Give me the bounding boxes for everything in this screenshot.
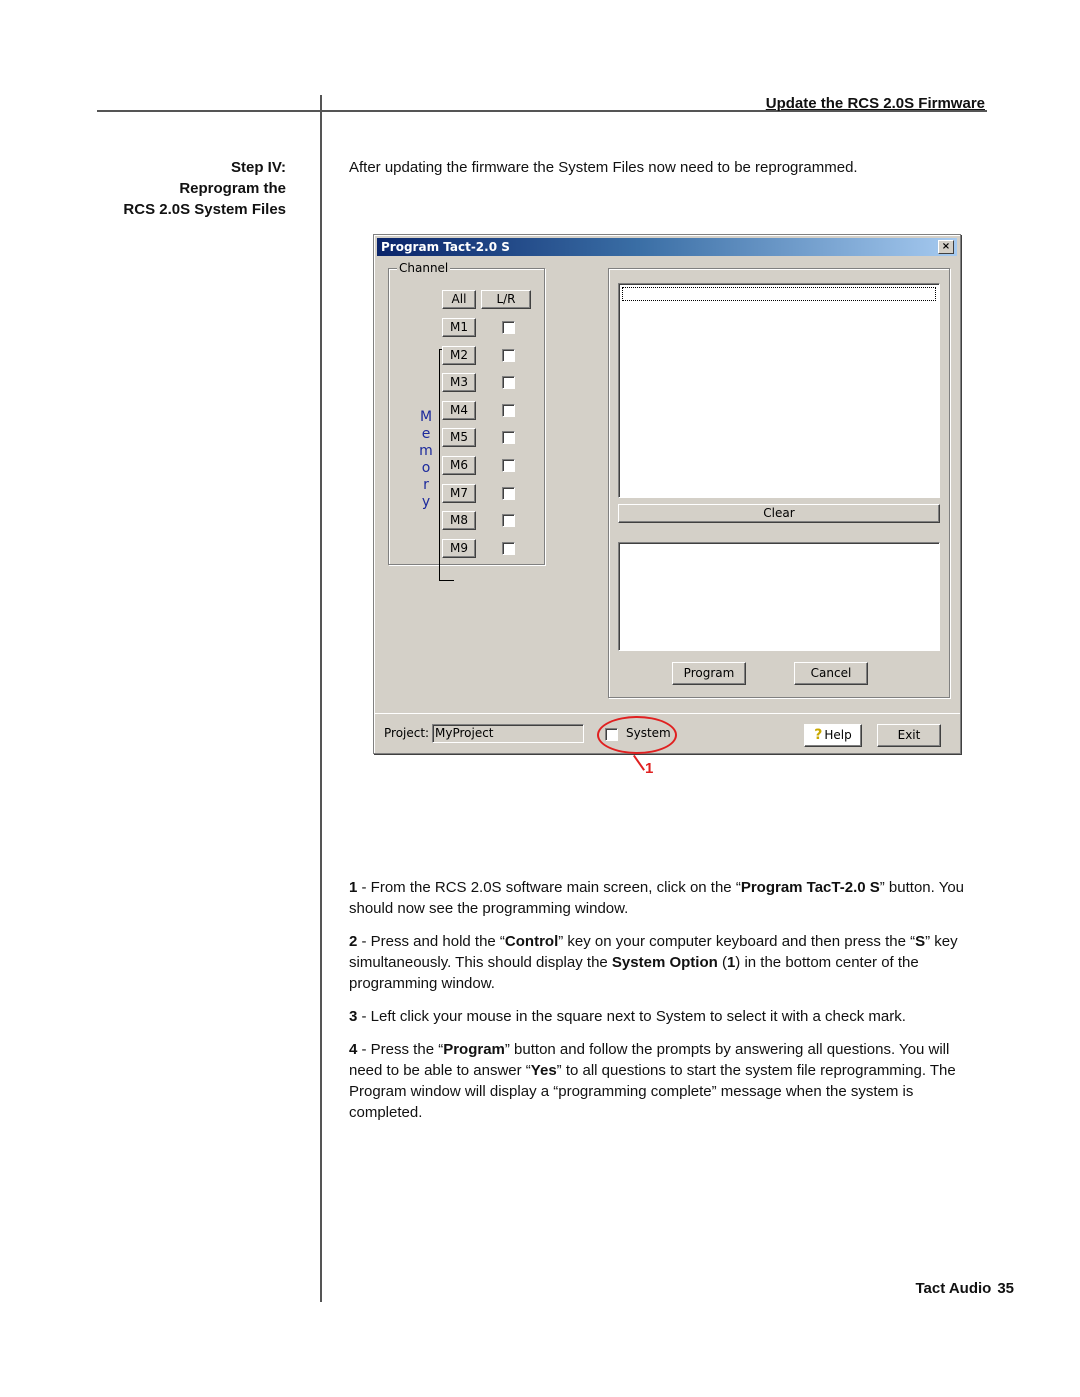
step-paragraph: 3 - Left click your mouse in the square …	[349, 1008, 906, 1025]
step-number: 4	[349, 1041, 358, 1058]
step-number: 3	[349, 1008, 358, 1025]
memory-button-m1[interactable]: M1	[442, 318, 476, 337]
bold-term: System Option	[611, 954, 718, 971]
channel-group-label: Channel	[397, 261, 451, 275]
close-icon[interactable]: ×	[938, 240, 954, 254]
step-paragraph: 2 - Press and hold the “Control” key on …	[349, 933, 958, 992]
exit-button[interactable]: Exit	[877, 724, 941, 747]
separator	[374, 713, 960, 714]
system-callout-ellipse	[597, 716, 677, 754]
step-number: 1	[349, 879, 358, 896]
page-header-title: Update the RCS 2.0S Firmware	[765, 95, 985, 112]
focus-indicator	[622, 287, 936, 301]
project-label: Project:	[384, 726, 430, 740]
step-paragraph: 1 - From the RCS 2.0S software main scre…	[349, 879, 965, 917]
instruction-steps: 1 - From the RCS 2.0S software main scre…	[349, 877, 974, 1135]
memory-button-m9[interactable]: M9	[442, 538, 476, 558]
intro-text: After updating the firmware the System F…	[349, 159, 858, 176]
bold-term: 1	[726, 954, 736, 971]
clear-button[interactable]: Clear	[618, 504, 940, 523]
column-divider	[320, 95, 322, 1302]
memory-checkbox-m8[interactable]	[502, 514, 515, 528]
memory-checkbox-m3[interactable]	[502, 376, 515, 390]
section-heading: Step IV: Reprogram the RCS 2.0S System F…	[123, 157, 286, 220]
memory-checkbox-m2[interactable]	[502, 348, 515, 362]
all-button[interactable]: All	[442, 290, 476, 309]
memory-checkbox-m4[interactable]	[502, 403, 515, 417]
section-heading-line: Reprogram the	[179, 180, 286, 197]
footer-brand: Tact Audio	[915, 1280, 992, 1297]
memory-button-m2[interactable]: M2	[442, 345, 476, 365]
lr-button[interactable]: L/R	[481, 290, 531, 309]
window-titlebar: Program Tact-2.0 S ×	[377, 238, 957, 256]
bold-term: Program TacT-2.0 S	[740, 879, 880, 896]
memory-checkbox-m7[interactable]	[502, 486, 515, 500]
output-group: Clear Program Cancel	[608, 268, 950, 698]
help-label: Help	[824, 728, 852, 742]
memory-button-m3[interactable]: M3	[442, 373, 476, 393]
memory-button-m5[interactable]: M5	[442, 428, 476, 448]
program-window: Program Tact-2.0 S × Channel All L/R M e…	[373, 234, 961, 754]
memory-checkbox-m9[interactable]	[502, 541, 515, 555]
memory-vertical-label: M e m o r y	[419, 409, 433, 510]
help-button[interactable]: ? Help	[804, 724, 862, 747]
project-field[interactable]: MyProject	[432, 724, 584, 743]
memory-checkbox-m1[interactable]	[502, 321, 515, 334]
message-box[interactable]	[618, 542, 940, 651]
cancel-button[interactable]: Cancel	[794, 662, 868, 685]
memory-button-m7[interactable]: M7	[442, 483, 476, 503]
section-heading-line: RCS 2.0S System Files	[123, 201, 286, 218]
help-icon: ?	[814, 727, 823, 743]
memory-button-m6[interactable]: M6	[442, 456, 476, 475]
memory-button-m4[interactable]: M4	[442, 400, 476, 420]
page-footer: Tact Audio 35	[915, 1280, 1014, 1297]
bold-term: Program	[443, 1041, 505, 1058]
bold-term: Yes	[530, 1062, 557, 1079]
memory-checkbox-m5[interactable]	[502, 431, 515, 445]
bold-term: S	[915, 933, 926, 950]
step-paragraph: 4 - Press the “Program” button and follo…	[349, 1041, 956, 1121]
page-number: 35	[997, 1280, 1014, 1297]
callout-number: 1	[645, 760, 654, 777]
callout-leader-line	[633, 754, 645, 771]
program-button[interactable]: Program	[672, 662, 746, 685]
memory-button-m8[interactable]: M8	[442, 511, 476, 531]
bold-term: Control	[504, 933, 559, 950]
step-number: 2	[349, 933, 358, 950]
channel-group: Channel All L/R M e m o r y M1 M2 M3 M4 M5 M6…	[388, 261, 545, 581]
section-heading-line: Step IV:	[230, 159, 286, 176]
window-title: Program Tact-2.0 S	[381, 240, 510, 254]
memory-checkbox-m6[interactable]	[502, 459, 515, 472]
status-listbox[interactable]	[618, 283, 940, 498]
